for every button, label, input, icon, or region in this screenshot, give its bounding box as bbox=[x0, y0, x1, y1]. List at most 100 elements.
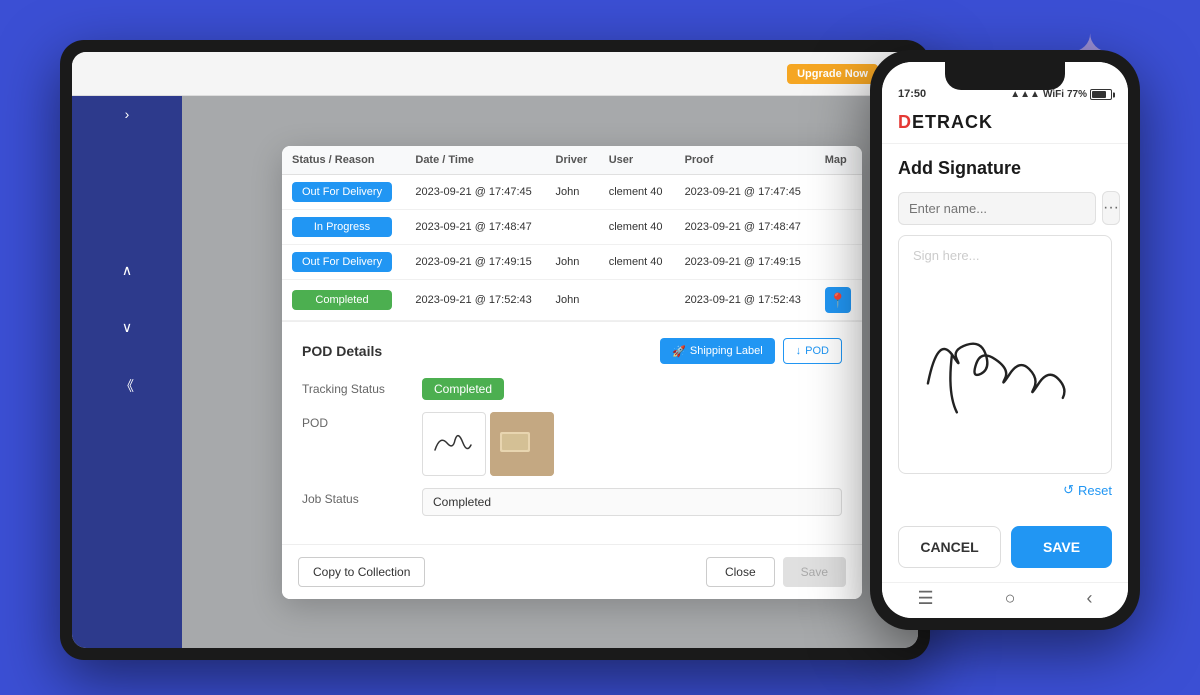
pod-images-row: POD bbox=[302, 412, 842, 476]
col-proof: Proof bbox=[675, 146, 815, 175]
signature-name-row: ··· bbox=[898, 191, 1112, 225]
status-cell: In Progress bbox=[282, 210, 405, 245]
phone-footer: CANCEL SAVE bbox=[882, 516, 1128, 582]
tracking-badge: Completed bbox=[422, 378, 504, 400]
pod-images bbox=[422, 412, 842, 476]
status-table: Status / Reason Date / Time Driver User … bbox=[282, 146, 862, 321]
status-badge-delivery2: Out For Delivery bbox=[292, 252, 392, 272]
proof-cell: 2023-09-21 @ 17:52:43 bbox=[675, 280, 815, 321]
reset-row: ↺ Reset bbox=[898, 474, 1112, 502]
shipping-icon: 🚀 bbox=[672, 345, 686, 358]
detrack-logo: DETRACK bbox=[898, 112, 1112, 133]
sidebar-chevron-double[interactable]: 《 bbox=[72, 366, 182, 406]
battery-tip bbox=[1113, 92, 1115, 97]
driver-cell bbox=[546, 210, 599, 245]
upgrade-button[interactable]: Upgrade Now bbox=[787, 64, 878, 84]
datetime-cell: 2023-09-21 @ 17:52:43 bbox=[405, 280, 545, 321]
save-button[interactable]: Save bbox=[783, 557, 846, 587]
map-cell: 📍 bbox=[815, 280, 862, 321]
nav-back-icon[interactable]: ‹ bbox=[1086, 588, 1092, 609]
job-status-row: Job Status bbox=[302, 488, 842, 516]
cancel-button[interactable]: CANCEL bbox=[898, 526, 1001, 568]
col-driver: Driver bbox=[546, 146, 599, 175]
wifi-icon: WiFi bbox=[1043, 89, 1064, 100]
download-icon: ↓ bbox=[796, 345, 802, 357]
datetime-cell: 2023-09-21 @ 17:49:15 bbox=[405, 245, 545, 280]
pod-title: POD Details bbox=[302, 343, 382, 359]
col-status: Status / Reason bbox=[282, 146, 405, 175]
pod-button[interactable]: ↓ POD bbox=[783, 338, 842, 364]
signal-icon: ▲▲▲ bbox=[1010, 89, 1040, 100]
signature-canvas[interactable]: Sign here... bbox=[898, 235, 1112, 474]
signature-image[interactable] bbox=[422, 412, 486, 476]
sidebar-chevron-up[interactable]: ∧ bbox=[72, 252, 182, 289]
copy-collection-button[interactable]: Copy to Collection bbox=[298, 557, 425, 587]
signature-drawing bbox=[899, 236, 1111, 473]
reset-icon: ↺ bbox=[1063, 482, 1074, 498]
proof-cell: 2023-09-21 @ 17:48:47 bbox=[675, 210, 815, 245]
phone-nav-bar: ☰ ○ ‹ bbox=[882, 582, 1128, 618]
shipping-label-button[interactable]: 🚀 Shipping Label bbox=[660, 338, 775, 364]
tracking-status-value: Completed bbox=[422, 378, 842, 400]
nav-lines-icon[interactable]: ☰ bbox=[917, 588, 933, 609]
phone-device: 17:50 ▲▲▲ WiFi 77% DETRACK Add Signature bbox=[870, 50, 1140, 630]
delivery-photo[interactable] bbox=[490, 412, 554, 476]
tablet-main: Status / Reason Date / Time Driver User … bbox=[182, 96, 918, 648]
detrack-d: D bbox=[898, 112, 912, 132]
save-phone-button[interactable]: SAVE bbox=[1011, 526, 1112, 568]
battery-fill bbox=[1092, 91, 1106, 98]
sidebar-chevron[interactable]: › bbox=[72, 96, 182, 132]
job-status-label: Job Status bbox=[302, 488, 422, 506]
phone-notch bbox=[945, 62, 1065, 90]
pod-section: POD Details 🚀 Shipping Label ↓ POD bbox=[282, 321, 862, 544]
status-badge-completed: Completed bbox=[292, 290, 392, 310]
phone-content: Add Signature ··· Sign here... ↺ bbox=[882, 144, 1128, 516]
tablet-device: Upgrade Now ? › ∧ ∨ 《 2 0 P Col... Assig… bbox=[60, 40, 930, 660]
table-row: Out For Delivery 2023-09-21 @ 17:49:15 J… bbox=[282, 245, 862, 280]
status-cell: Out For Delivery bbox=[282, 245, 405, 280]
battery-icon bbox=[1090, 89, 1112, 100]
job-status-input[interactable] bbox=[422, 488, 842, 516]
map-cell bbox=[815, 245, 862, 280]
modal-footer-right: Close Save bbox=[706, 557, 846, 587]
signature-svg bbox=[425, 415, 483, 473]
add-signature-title: Add Signature bbox=[898, 158, 1112, 179]
tablet-topbar: Upgrade Now ? bbox=[72, 52, 918, 96]
col-datetime: Date / Time bbox=[405, 146, 545, 175]
col-user: User bbox=[599, 146, 675, 175]
phone-header: DETRACK bbox=[882, 106, 1128, 144]
nav-home-icon[interactable]: ○ bbox=[1005, 588, 1016, 609]
detrack-rest: ETRACK bbox=[912, 112, 993, 132]
proof-cell: 2023-09-21 @ 17:47:45 bbox=[675, 175, 815, 210]
modal-footer: Copy to Collection Close Save bbox=[282, 544, 862, 599]
driver-cell: John bbox=[546, 175, 599, 210]
reset-button[interactable]: ↺ Reset bbox=[1063, 482, 1112, 498]
user-cell: clement 40 bbox=[599, 175, 675, 210]
photo-svg bbox=[490, 412, 554, 476]
driver-cell: John bbox=[546, 245, 599, 280]
signature-name-input[interactable] bbox=[898, 192, 1096, 225]
more-options-button[interactable]: ··· bbox=[1102, 191, 1120, 225]
tablet-sidebar: › ∧ ∨ 《 bbox=[72, 96, 182, 648]
table-row: Out For Delivery 2023-09-21 @ 17:47:45 J… bbox=[282, 175, 862, 210]
user-cell bbox=[599, 280, 675, 321]
proof-cell: 2023-09-21 @ 17:49:15 bbox=[675, 245, 815, 280]
map-pin-icon[interactable]: 📍 bbox=[825, 287, 851, 313]
phone-time: 17:50 bbox=[898, 88, 926, 100]
close-button[interactable]: Close bbox=[706, 557, 775, 587]
table-row: In Progress 2023-09-21 @ 17:48:47 clemen… bbox=[282, 210, 862, 245]
modal-overlay: Status / Reason Date / Time Driver User … bbox=[182, 96, 918, 648]
sidebar-chevron-down[interactable]: ∨ bbox=[72, 309, 182, 346]
user-cell: clement 40 bbox=[599, 210, 675, 245]
job-status-value bbox=[422, 488, 842, 516]
status-cell: Completed bbox=[282, 280, 405, 321]
status-badge-delivery: Out For Delivery bbox=[292, 182, 392, 202]
status-cell: Out For Delivery bbox=[282, 175, 405, 210]
battery-text: 77% bbox=[1067, 89, 1087, 100]
driver-cell: John bbox=[546, 280, 599, 321]
pod-header: POD Details 🚀 Shipping Label ↓ POD bbox=[302, 338, 842, 364]
tracking-status-label: Tracking Status bbox=[302, 378, 422, 396]
modal-dialog: Status / Reason Date / Time Driver User … bbox=[282, 146, 862, 599]
tracking-status-row: Tracking Status Completed bbox=[302, 378, 842, 400]
user-cell: clement 40 bbox=[599, 245, 675, 280]
